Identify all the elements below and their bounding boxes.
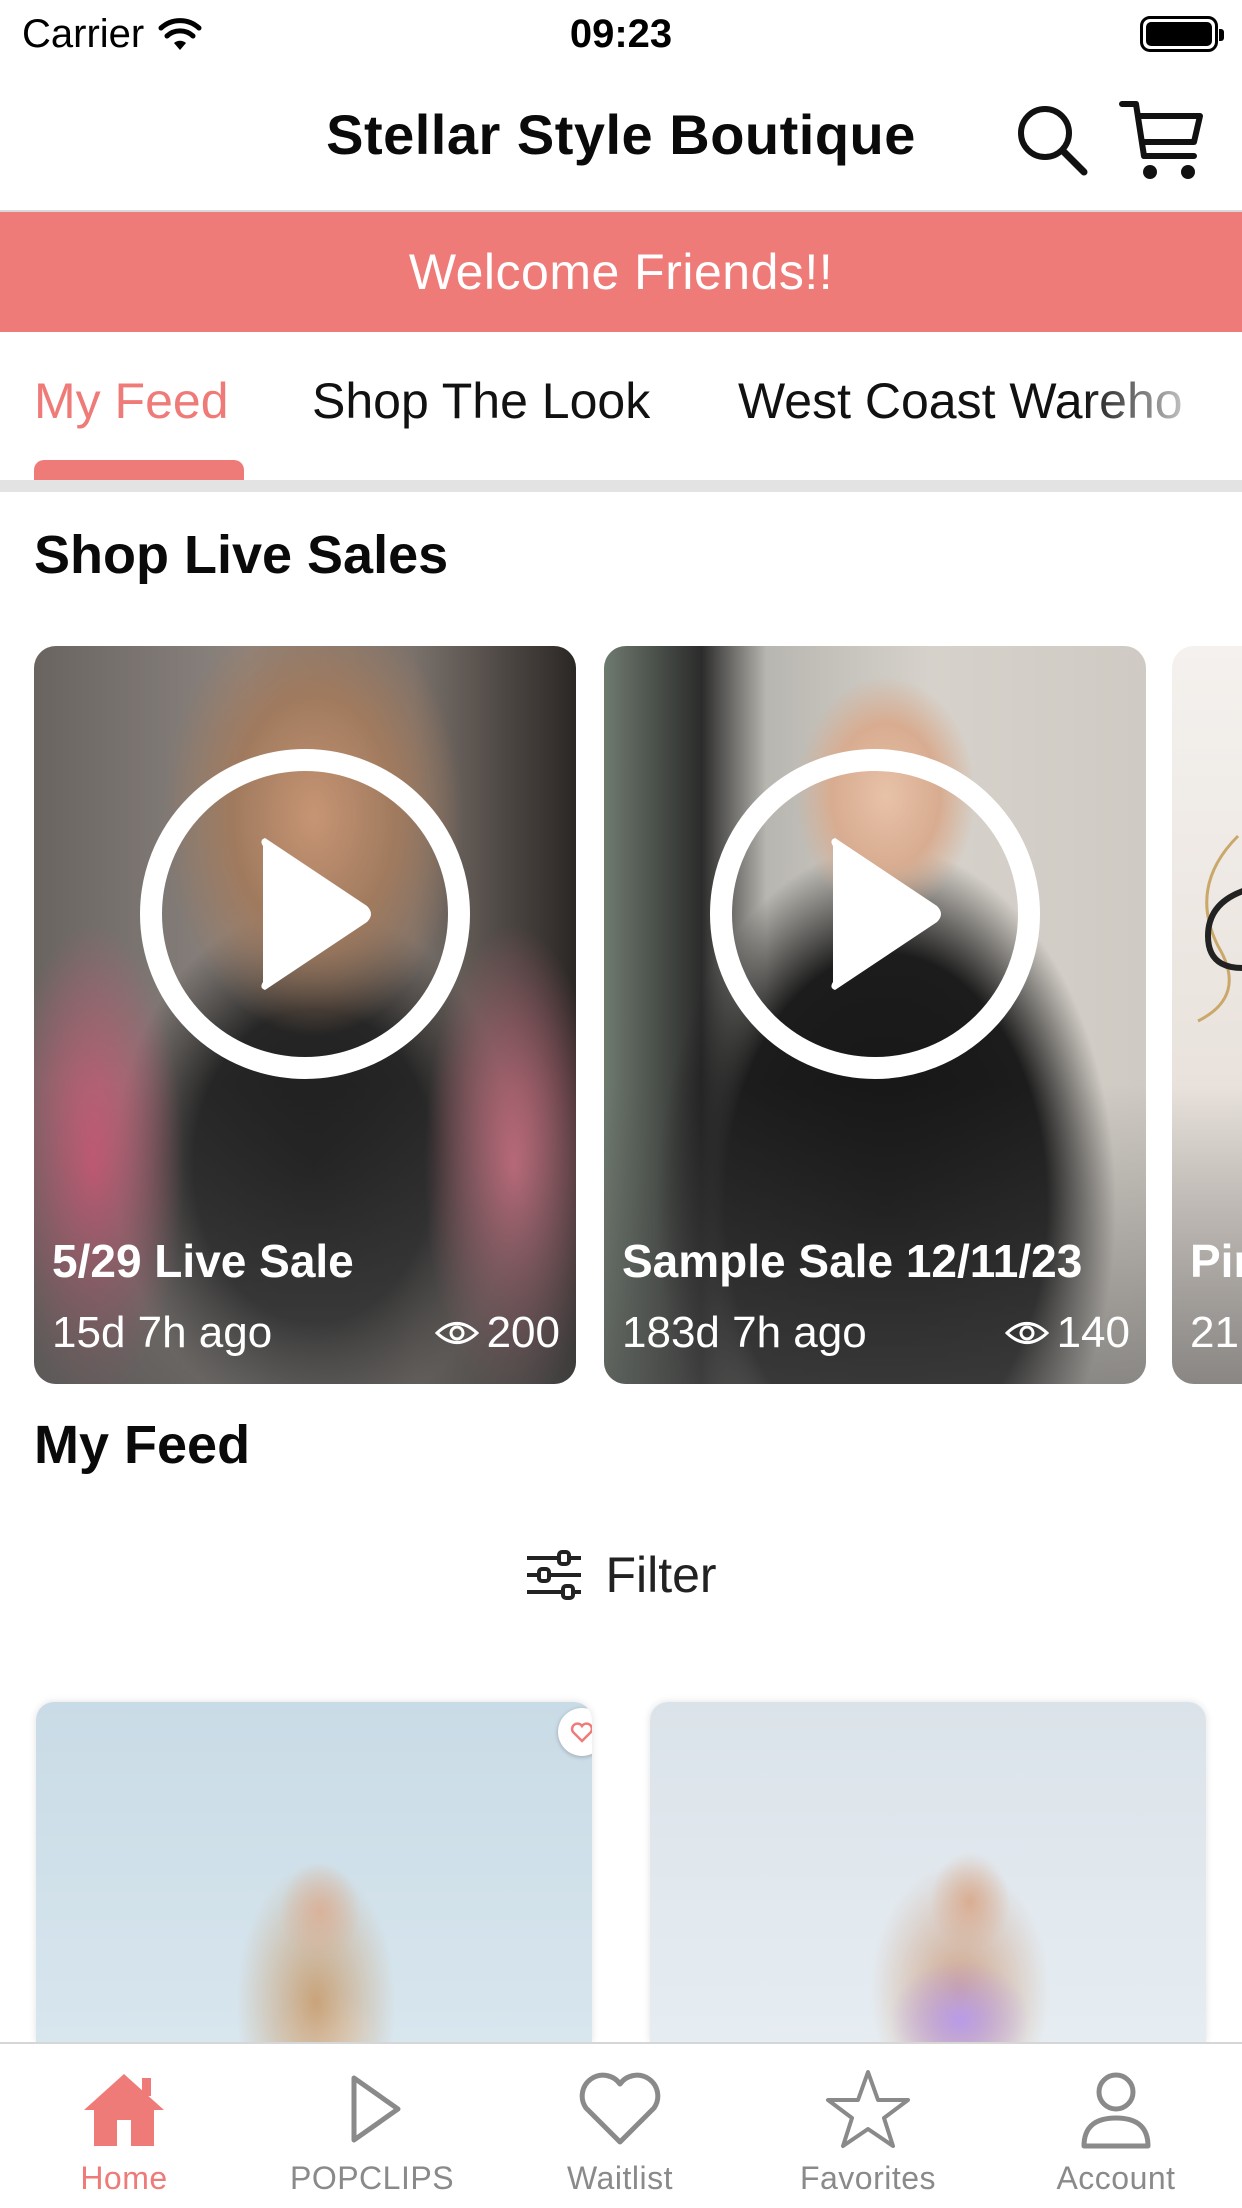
status-bar: Carrier 09:23 [0,0,1242,66]
tab-shop-the-look[interactable]: Shop The Look [312,372,650,430]
live-sale-card[interactable]: 5/29 Live Sale 15d 7h ago 200 [34,646,576,1384]
tabs-divider [0,480,1242,492]
nav-popclips[interactable]: POPCLIPS [248,2068,496,2197]
live-sale-age: 183d 7h ago [622,1308,867,1357]
live-sale-age: 15d 7h ago [52,1308,273,1357]
search-icon[interactable] [1012,100,1092,180]
feed-tabs: My Feed Shop The Look West Coast Wareho [0,332,1242,492]
live-sale-card[interactable]: Sample Sale 12/11/23 183d 7h ago 140 [604,646,1146,1384]
nav-label: Waitlist [567,2160,673,2196]
home-icon [84,2074,164,2146]
view-count: 140 [1004,1308,1130,1358]
nav-label: POPCLIPS [289,2160,455,2196]
view-count-value: 200 [486,1308,560,1357]
product-card[interactable] [650,1702,1206,2042]
active-tab-indicator [34,460,244,480]
eye-icon [434,1322,479,1344]
bottom-tab-bar: Home POPCLIPS Waitlist Favorites Account [0,2042,1242,2208]
nav-account[interactable]: Account [992,2068,1240,2197]
nav-favorites[interactable]: Favorites [744,2068,992,2197]
jewelry-decoration [1197,834,1242,1023]
view-count-value: 140 [1056,1308,1130,1357]
battery-icon [1140,16,1224,52]
banner-text: Welcome Friends!! [408,244,834,300]
live-sale-title: Sample Sale 12/11/23 [622,1235,1083,1287]
nav-label: Favorites [799,2160,937,2196]
play-icon[interactable] [707,746,1043,1082]
nav-label: Home [80,2160,168,2196]
status-time: 09:23 [569,12,673,56]
heart-icon [570,1722,592,1743]
nav-home[interactable]: Home [0,2068,248,2197]
star-icon [826,2070,910,2148]
heart-icon [579,2072,661,2145]
live-sale-card[interactable]: Pir 21 [1172,646,1242,1384]
live-sale-age: 21 [1190,1308,1239,1357]
live-sales-title: Shop Live Sales [34,525,449,585]
welcome-banner[interactable]: Welcome Friends!! [0,212,1242,332]
feed-title: My Feed [34,1415,251,1475]
nav-label: Account [1056,2160,1176,2196]
play-icon[interactable] [137,746,473,1082]
product-card[interactable] [36,1702,592,2042]
sliders-icon [527,1550,582,1600]
live-sale-title: Pir [1190,1235,1242,1287]
cart-icon[interactable] [1118,96,1206,184]
product-image [650,1702,1206,2042]
filter-label: Filter [605,1547,717,1603]
nav-waitlist[interactable]: Waitlist [496,2068,744,2197]
eye-icon [1004,1322,1049,1344]
live-sale-title: 5/29 Live Sale [52,1235,354,1287]
play-icon [351,2075,401,2143]
person-icon [1081,2072,1151,2149]
view-count: 200 [434,1308,560,1358]
product-image [36,1702,592,2042]
app-header: Stellar Style Boutique [0,66,1242,212]
filter-button[interactable]: Filter [0,1540,1242,1610]
tab-my-feed[interactable]: My Feed [34,372,229,430]
